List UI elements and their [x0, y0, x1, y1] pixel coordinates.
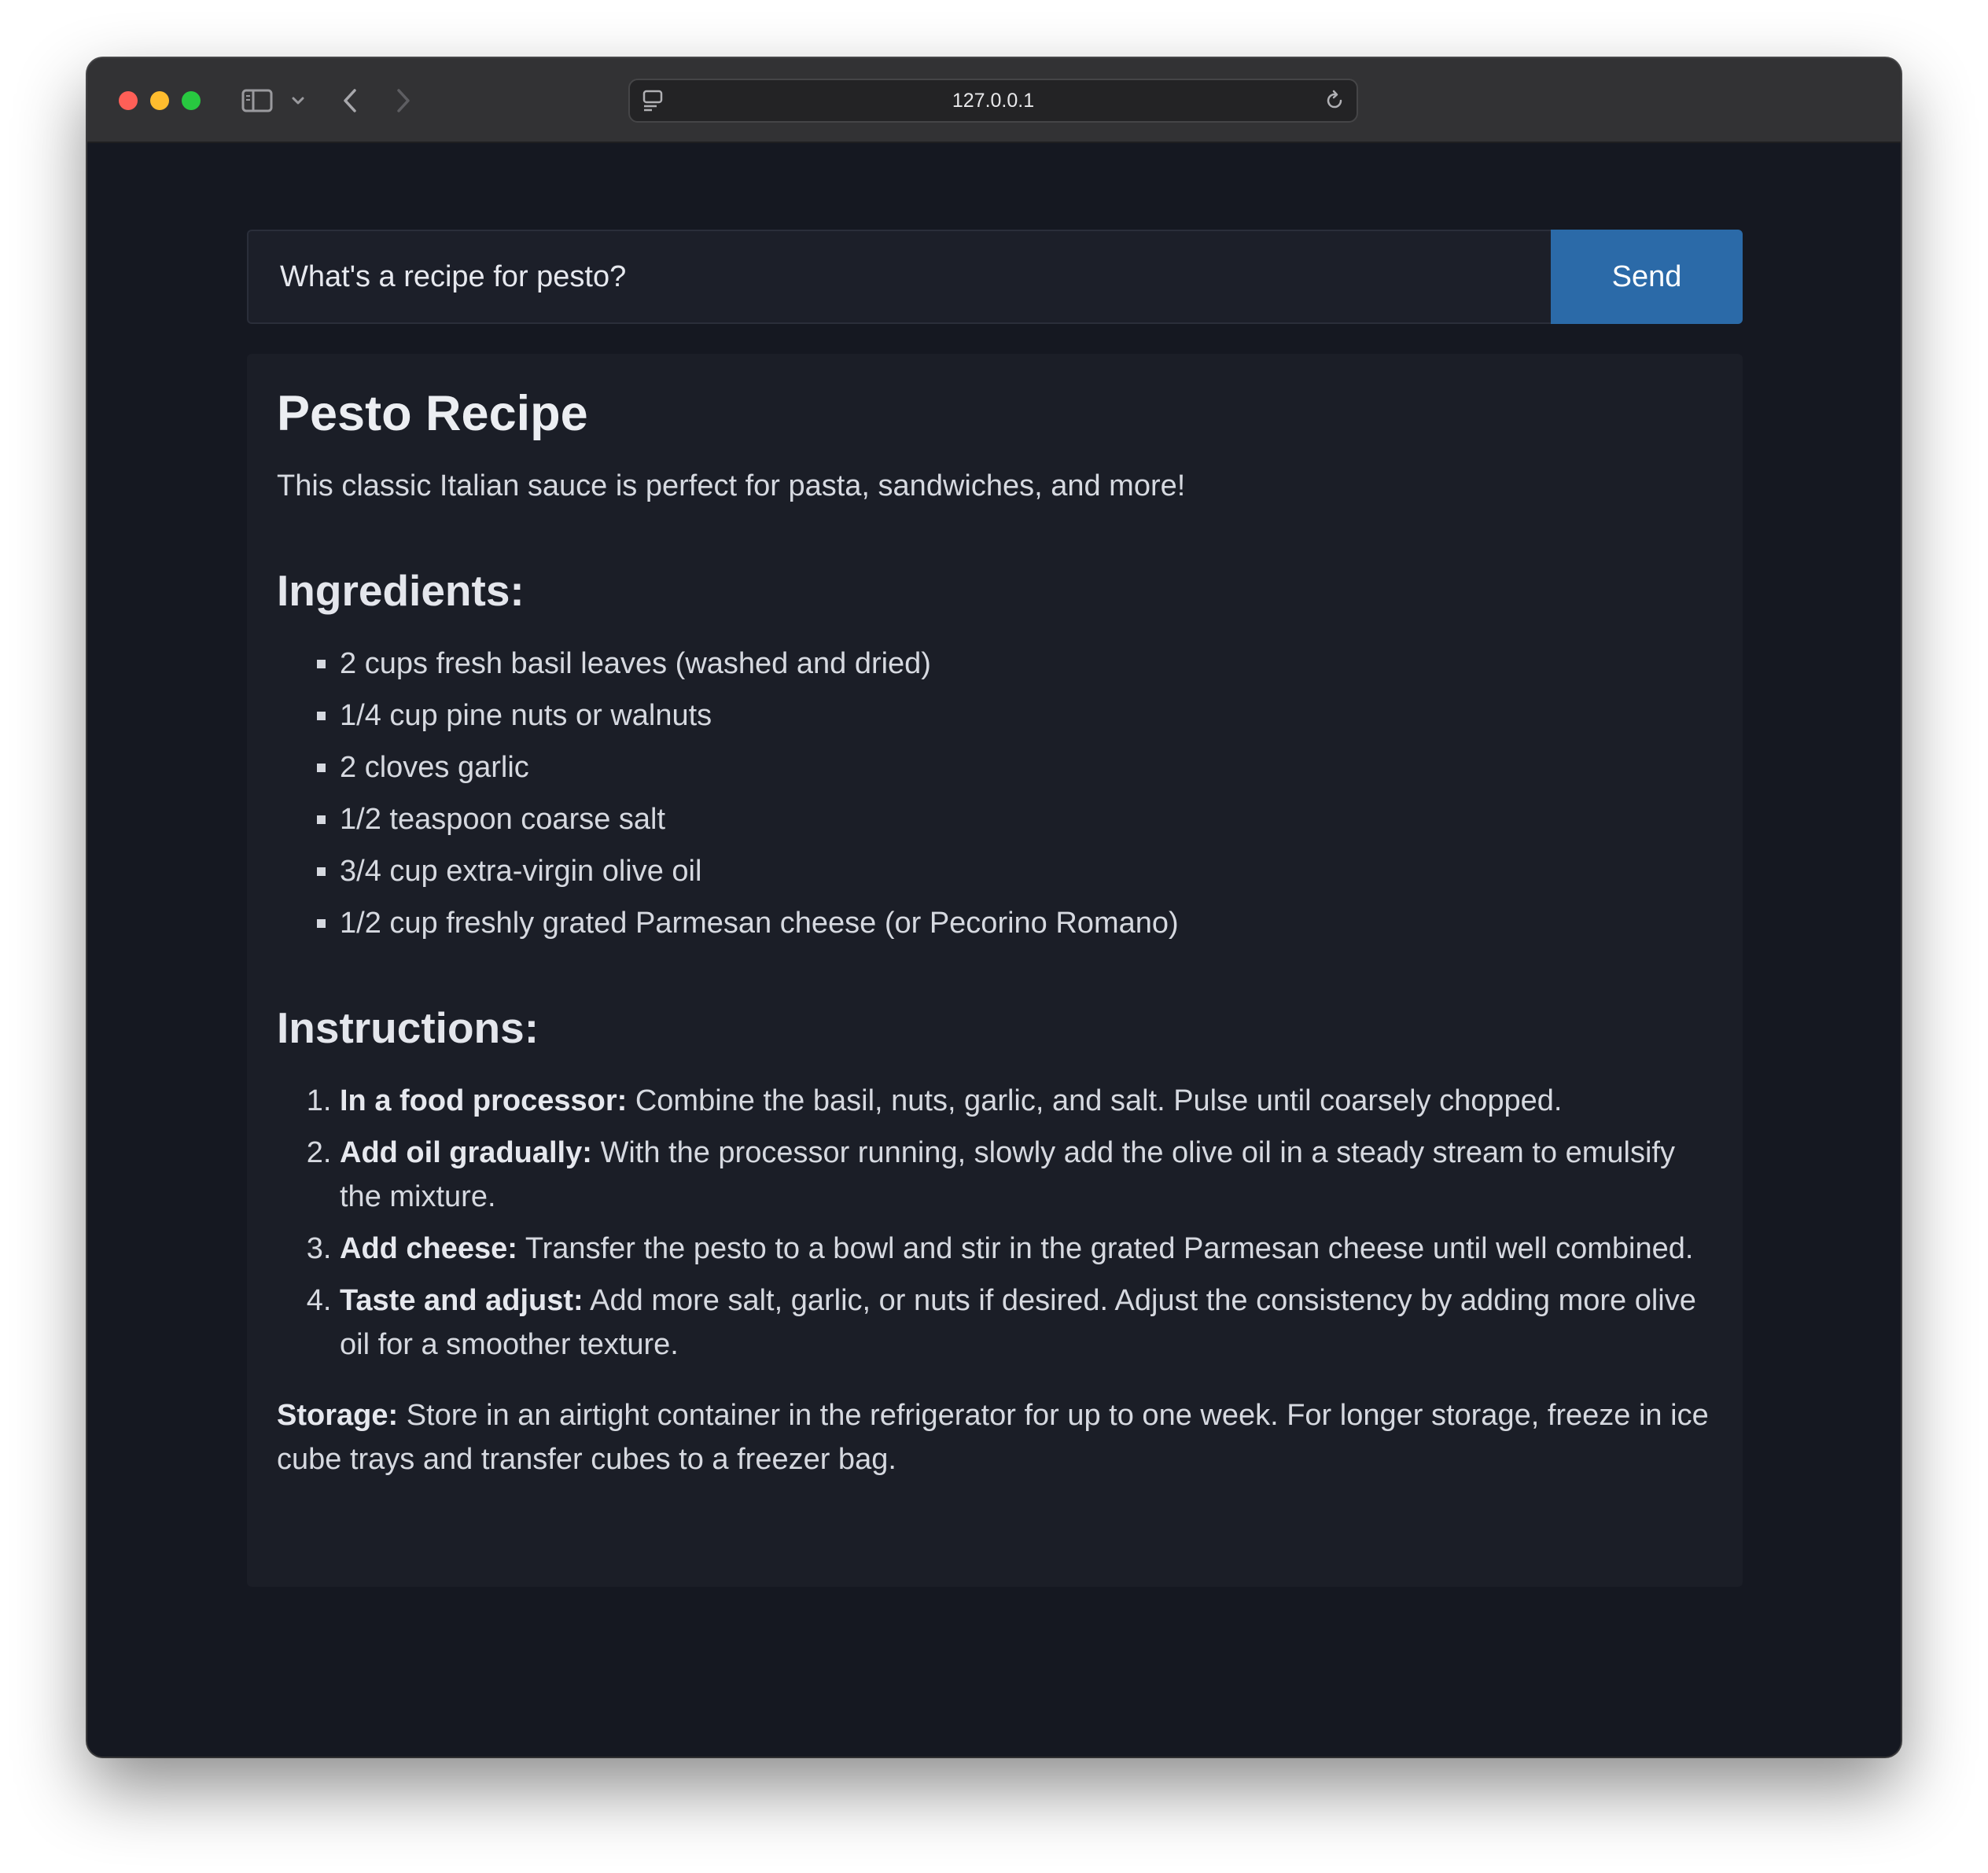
instruction-lead: Taste and adjust:: [340, 1284, 584, 1317]
ingredient-item: 1/4 cup pine nuts or walnuts: [340, 694, 1713, 738]
instruction-text: Combine the basil, nuts, garlic, and sal…: [627, 1084, 1563, 1117]
back-arrow-icon[interactable]: [336, 86, 364, 115]
forward-arrow-icon[interactable]: [389, 86, 418, 115]
response-intro: This classic Italian sauce is perfect fo…: [277, 469, 1186, 502]
instruction-lead: In a food processor:: [340, 1084, 628, 1117]
ingredient-item: 3/4 cup extra-virgin olive oil: [340, 849, 1713, 893]
response-panel: Pesto Recipe This classic Italian sauce …: [247, 354, 1743, 1587]
instruction-text: Transfer the pesto to a bowl and stir in…: [517, 1232, 1694, 1265]
close-window-button[interactable]: [119, 91, 138, 110]
ingredient-item: 2 cups fresh basil leaves (washed and dr…: [340, 642, 1713, 686]
instruction-step: Taste and adjust: Add more salt, garlic,…: [340, 1279, 1713, 1367]
chevron-down-icon[interactable]: [289, 86, 307, 115]
query-input[interactable]: [247, 230, 1551, 324]
instruction-lead: Add oil gradually:: [340, 1136, 592, 1169]
address-bar[interactable]: 127.0.0.1: [628, 79, 1358, 123]
sidebar-icon[interactable]: [241, 86, 273, 115]
maximize-window-button[interactable]: [182, 91, 201, 110]
send-button[interactable]: Send: [1551, 230, 1743, 324]
instruction-step: Add cheese: Transfer the pesto to a bowl…: [340, 1227, 1713, 1271]
instructions-heading: Instructions:: [277, 1003, 539, 1052]
instruction-lead: Add cheese:: [340, 1232, 517, 1265]
response-title: Pesto Recipe: [277, 386, 588, 441]
ingredients-heading: Ingredients:: [277, 566, 525, 615]
storage-lead: Storage:: [277, 1399, 399, 1432]
browser-window: 127.0.0.1 Send Pesto Recipe This classic…: [87, 58, 1901, 1757]
instruction-step: In a food processor: Combine the basil, …: [340, 1079, 1713, 1123]
reload-icon[interactable]: [1322, 88, 1347, 113]
instructions-list: In a food processor: Combine the basil, …: [277, 1079, 1713, 1367]
instruction-step: Add oil gradually: With the processor ru…: [340, 1131, 1713, 1219]
ingredient-item: 1/2 cup freshly grated Parmesan cheese (…: [340, 901, 1713, 945]
storage-text: Store in an airtight container in the re…: [277, 1399, 1709, 1476]
ingredients-list: 2 cups fresh basil leaves (washed and dr…: [277, 642, 1713, 945]
ingredient-item: 1/2 teaspoon coarse salt: [340, 797, 1713, 841]
minimize-window-button[interactable]: [150, 91, 169, 110]
query-form: Send: [247, 230, 1743, 324]
storage-note: Storage: Store in an airtight container …: [277, 1393, 1713, 1481]
browser-toolbar: 127.0.0.1: [87, 58, 1901, 143]
page-content: Send Pesto Recipe This classic Italian s…: [87, 143, 1901, 1757]
url-text: 127.0.0.1: [952, 89, 1035, 112]
ingredient-item: 2 cloves garlic: [340, 745, 1713, 789]
